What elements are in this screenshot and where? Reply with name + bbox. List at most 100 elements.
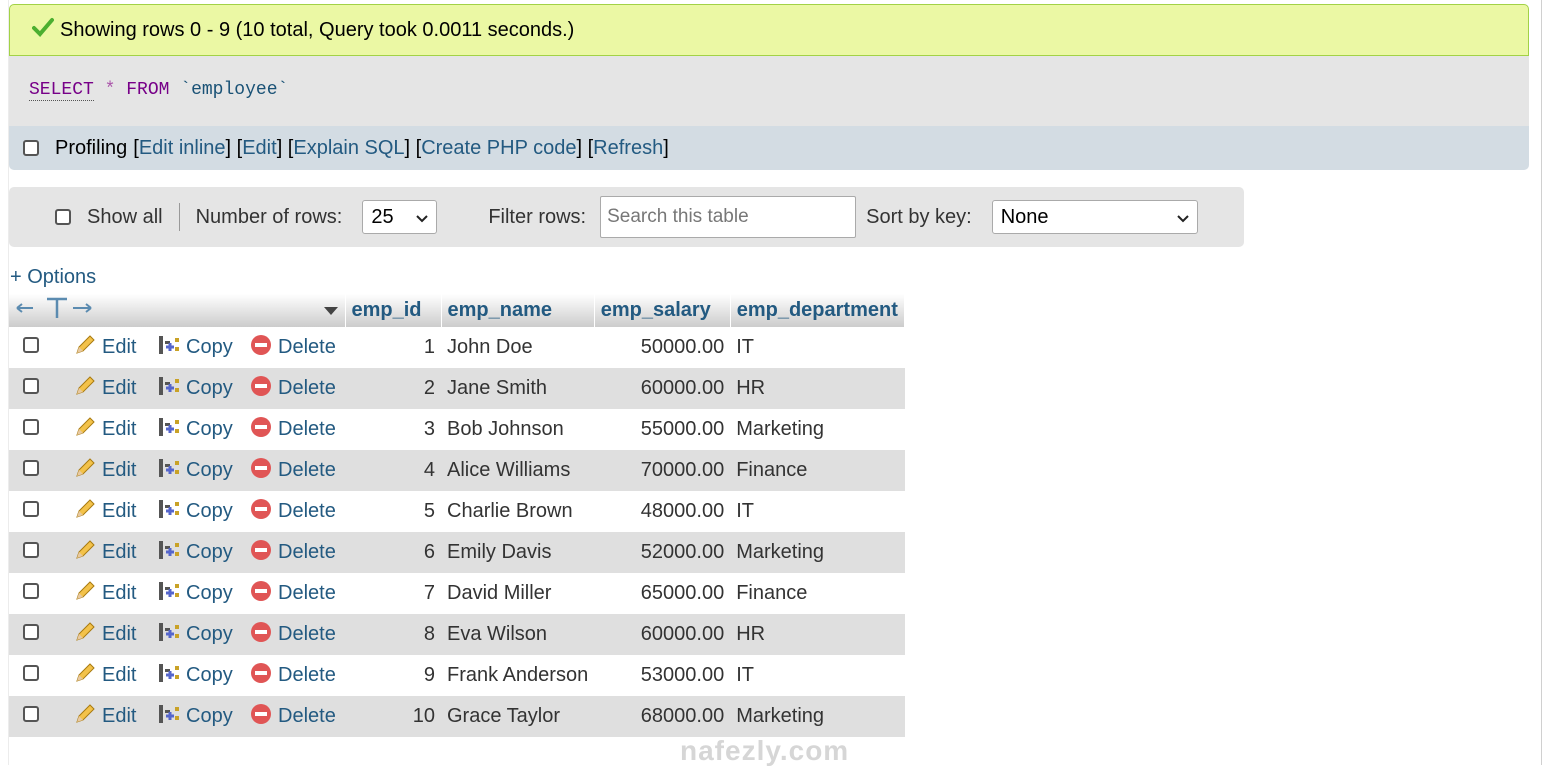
- copy-button[interactable]: Copy: [157, 579, 233, 609]
- row-checkbox-cell: [9, 327, 67, 368]
- edit-inline-link[interactable]: Edit inline: [139, 137, 226, 160]
- delete-button[interactable]: Delete: [249, 497, 336, 527]
- row-checkbox[interactable]: [23, 378, 39, 394]
- edit-button[interactable]: Edit: [73, 661, 136, 691]
- column-controls-header: [9, 294, 346, 327]
- row-checkbox[interactable]: [23, 460, 39, 476]
- show-all-checkbox[interactable]: [55, 209, 71, 225]
- delete-cell: Delete: [243, 450, 345, 491]
- row-checkbox-cell: [9, 614, 67, 655]
- delete-button[interactable]: Delete: [249, 333, 336, 363]
- edit-cell: Edit: [67, 327, 151, 368]
- edit-button[interactable]: Edit: [73, 579, 136, 609]
- edit-button[interactable]: Edit: [73, 702, 136, 732]
- profiling-checkbox[interactable]: [23, 140, 39, 156]
- sort-triangle-icon[interactable]: [323, 299, 339, 322]
- edit-label: Edit: [102, 336, 137, 358]
- row-checkbox[interactable]: [23, 501, 39, 517]
- edit-cell: Edit: [67, 450, 151, 491]
- column-resize-icon[interactable]: [15, 297, 95, 325]
- cell-emp-salary: 52000.00: [594, 532, 731, 573]
- cell-emp-salary: 65000.00: [594, 573, 731, 614]
- edit-link[interactable]: Edit: [242, 137, 276, 160]
- edit-button[interactable]: Edit: [73, 374, 136, 404]
- edit-button[interactable]: Edit: [73, 415, 136, 445]
- cell-emp-department: Finance: [730, 573, 905, 614]
- column-header-emp-salary[interactable]: emp_salary: [594, 294, 731, 327]
- profiling-label: Profiling: [55, 136, 128, 159]
- delete-button[interactable]: Delete: [249, 538, 336, 568]
- cell-emp-salary: 50000.00: [594, 327, 731, 368]
- create-php-code-link[interactable]: Create PHP code: [421, 137, 576, 160]
- cell-emp-name: Charlie Brown: [441, 491, 595, 532]
- rows-select[interactable]: 25: [362, 200, 438, 234]
- delete-icon: [249, 661, 278, 691]
- cell-emp-id: 3: [345, 409, 441, 450]
- pencil-icon: [73, 620, 102, 650]
- delete-button[interactable]: Delete: [249, 702, 336, 732]
- sql-select-keyword[interactable]: SELECT: [29, 80, 94, 101]
- filter-input[interactable]: [600, 196, 857, 238]
- delete-button[interactable]: Delete: [249, 661, 336, 691]
- copy-label: Copy: [186, 623, 233, 645]
- copy-button[interactable]: Copy: [157, 415, 233, 445]
- copy-button[interactable]: Copy: [157, 620, 233, 650]
- sort-label: Sort by key:: [866, 205, 972, 228]
- table-row: Edit Copy Delete 2 Jane Smith 60000.00 HR: [9, 368, 905, 409]
- edit-button[interactable]: Edit: [73, 620, 136, 650]
- copy-button[interactable]: Copy: [157, 497, 233, 527]
- refresh-link[interactable]: Refresh: [593, 137, 663, 160]
- copy-button[interactable]: Copy: [157, 456, 233, 486]
- table-row: Edit Copy Delete 5 Charlie Brown 48000.00 IT: [9, 491, 905, 532]
- delete-icon: [249, 579, 278, 609]
- options-link[interactable]: + Options: [10, 266, 96, 289]
- edit-label: Edit: [102, 623, 137, 645]
- copy-icon: [157, 538, 186, 568]
- delete-label: Delete: [278, 377, 336, 399]
- cell-emp-department: IT: [730, 655, 905, 696]
- row-checkbox[interactable]: [23, 665, 39, 681]
- cell-emp-name: Grace Taylor: [441, 696, 595, 737]
- edit-button[interactable]: Edit: [73, 333, 136, 363]
- copy-label: Copy: [186, 705, 233, 727]
- delete-button[interactable]: Delete: [249, 579, 336, 609]
- cell-emp-department: Marketing: [730, 696, 905, 737]
- edit-button[interactable]: Edit: [73, 497, 136, 527]
- copy-button[interactable]: Copy: [157, 333, 233, 363]
- row-checkbox[interactable]: [23, 337, 39, 353]
- cell-emp-id: 6: [345, 532, 441, 573]
- row-checkbox[interactable]: [23, 419, 39, 435]
- column-header-emp-name[interactable]: emp_name: [441, 294, 595, 327]
- edit-button[interactable]: Edit: [73, 538, 136, 568]
- edit-label: Edit: [102, 500, 137, 522]
- delete-icon: [249, 415, 278, 445]
- delete-button[interactable]: Delete: [249, 374, 336, 404]
- delete-button[interactable]: Delete: [249, 456, 336, 486]
- navigation-bar: Show all Number of rows: 25 Filter rows:…: [9, 187, 1244, 247]
- delete-button[interactable]: Delete: [249, 415, 336, 445]
- copy-button[interactable]: Copy: [157, 538, 233, 568]
- row-checkbox-cell: [9, 573, 67, 614]
- edit-label: Edit: [102, 418, 137, 440]
- row-checkbox[interactable]: [23, 542, 39, 558]
- copy-button[interactable]: Copy: [157, 374, 233, 404]
- sort-select[interactable]: None: [991, 200, 1198, 234]
- column-header-emp-id[interactable]: emp_id: [345, 294, 442, 327]
- edit-cell: Edit: [67, 573, 151, 614]
- row-checkbox[interactable]: [23, 583, 39, 599]
- pencil-icon: [73, 661, 102, 691]
- copy-icon: [157, 415, 186, 445]
- edit-button[interactable]: Edit: [73, 456, 136, 486]
- copy-button[interactable]: Copy: [157, 702, 233, 732]
- row-checkbox[interactable]: [23, 624, 39, 640]
- pencil-icon: [73, 333, 102, 363]
- copy-button[interactable]: Copy: [157, 661, 233, 691]
- row-checkbox[interactable]: [23, 706, 39, 722]
- copy-icon: [157, 702, 186, 732]
- pencil-icon: [73, 579, 102, 609]
- explain-sql-link[interactable]: Explain SQL: [293, 137, 404, 160]
- copy-cell: Copy: [151, 327, 243, 368]
- column-header-emp-department[interactable]: emp_department: [730, 294, 906, 327]
- cell-emp-department: Finance: [730, 450, 905, 491]
- delete-button[interactable]: Delete: [249, 620, 336, 650]
